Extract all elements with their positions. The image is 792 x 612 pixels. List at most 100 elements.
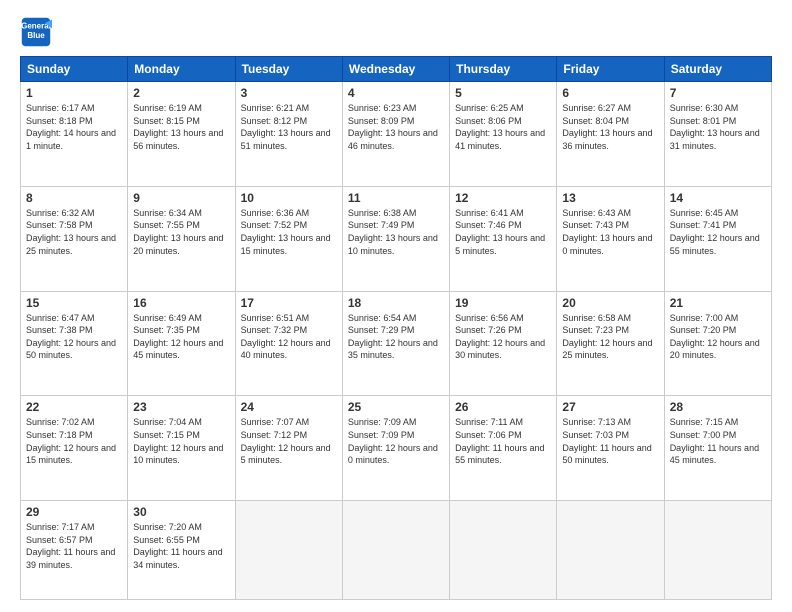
day-cell-24: 24 Sunrise: 7:07 AMSunset: 7:12 PMDayligh…: [235, 396, 342, 501]
logo: General Blue: [20, 16, 52, 48]
day-content: Sunrise: 6:43 AMSunset: 7:43 PMDaylight:…: [562, 207, 658, 257]
day-content: Sunrise: 6:38 AMSunset: 7:49 PMDaylight:…: [348, 207, 444, 257]
weekday-header-friday: Friday: [557, 57, 664, 82]
day-content: Sunrise: 7:20 AMSunset: 6:55 PMDaylight:…: [133, 521, 229, 571]
day-cell-7: 7 Sunrise: 6:30 AMSunset: 8:01 PMDaylight…: [664, 82, 771, 187]
calendar-week-3: 15 Sunrise: 6:47 AMSunset: 7:38 PMDayligh…: [21, 291, 772, 396]
day-cell-25: 25 Sunrise: 7:09 AMSunset: 7:09 PMDayligh…: [342, 396, 449, 501]
day-number: 3: [241, 86, 337, 100]
day-content: Sunrise: 7:11 AMSunset: 7:06 PMDaylight:…: [455, 416, 551, 466]
day-number: 24: [241, 400, 337, 414]
day-number: 10: [241, 191, 337, 205]
day-number: 6: [562, 86, 658, 100]
day-number: 5: [455, 86, 551, 100]
day-cell-29: 29 Sunrise: 7:17 AMSunset: 6:57 PMDayligh…: [21, 501, 128, 600]
day-number: 22: [26, 400, 122, 414]
weekday-header-row: SundayMondayTuesdayWednesdayThursdayFrid…: [21, 57, 772, 82]
day-content: Sunrise: 7:04 AMSunset: 7:15 PMDaylight:…: [133, 416, 229, 466]
day-content: Sunrise: 6:17 AMSunset: 8:18 PMDaylight:…: [26, 102, 122, 152]
day-cell-14: 14Sunrise: 6:45 AMSunset: 7:41 PMDayligh…: [664, 186, 771, 291]
day-content: Sunrise: 6:49 AMSunset: 7:35 PMDaylight:…: [133, 312, 229, 362]
day-cell-15: 15 Sunrise: 6:47 AMSunset: 7:38 PMDayligh…: [21, 291, 128, 396]
day-number: 8: [26, 191, 122, 205]
day-content: Sunrise: 6:41 AMSunset: 7:46 PMDaylight:…: [455, 207, 551, 257]
empty-cell: [557, 501, 664, 600]
day-number: 26: [455, 400, 551, 414]
day-cell-23: 23 Sunrise: 7:04 AMSunset: 7:15 PMDayligh…: [128, 396, 235, 501]
weekday-header-sunday: Sunday: [21, 57, 128, 82]
day-cell-26: 26 Sunrise: 7:11 AMSunset: 7:06 PMDayligh…: [450, 396, 557, 501]
day-content: Sunrise: 7:13 AMSunset: 7:03 PMDaylight:…: [562, 416, 658, 466]
day-cell-8: 8Sunrise: 6:32 AMSunset: 7:58 PMDaylight…: [21, 186, 128, 291]
day-content: Sunrise: 6:54 AMSunset: 7:29 PMDaylight:…: [348, 312, 444, 362]
empty-cell: [664, 501, 771, 600]
day-cell-30: 30 Sunrise: 7:20 AMSunset: 6:55 PMDayligh…: [128, 501, 235, 600]
day-number: 16: [133, 296, 229, 310]
day-cell-27: 27 Sunrise: 7:13 AMSunset: 7:03 PMDayligh…: [557, 396, 664, 501]
day-number: 4: [348, 86, 444, 100]
empty-cell: [342, 501, 449, 600]
day-content: Sunrise: 6:47 AMSunset: 7:38 PMDaylight:…: [26, 312, 122, 362]
day-content: Sunrise: 7:15 AMSunset: 7:00 PMDaylight:…: [670, 416, 766, 466]
day-number: 12: [455, 191, 551, 205]
day-number: 20: [562, 296, 658, 310]
day-number: 2: [133, 86, 229, 100]
day-cell-4: 4Sunrise: 6:23 AMSunset: 8:09 PMDaylight…: [342, 82, 449, 187]
day-content: Sunrise: 6:58 AMSunset: 7:23 PMDaylight:…: [562, 312, 658, 362]
weekday-header-monday: Monday: [128, 57, 235, 82]
day-number: 9: [133, 191, 229, 205]
day-content: Sunrise: 6:56 AMSunset: 7:26 PMDaylight:…: [455, 312, 551, 362]
day-number: 11: [348, 191, 444, 205]
day-cell-22: 22 Sunrise: 7:02 AMSunset: 7:18 PMDayligh…: [21, 396, 128, 501]
day-content: Sunrise: 6:21 AMSunset: 8:12 PMDaylight:…: [241, 102, 337, 152]
day-content: Sunrise: 6:34 AMSunset: 7:55 PMDaylight:…: [133, 207, 229, 257]
day-content: Sunrise: 7:02 AMSunset: 7:18 PMDaylight:…: [26, 416, 122, 466]
day-content: Sunrise: 6:30 AMSunset: 8:01 PMDaylight:…: [670, 102, 766, 152]
empty-cell: [450, 501, 557, 600]
day-content: Sunrise: 6:19 AMSunset: 8:15 PMDaylight:…: [133, 102, 229, 152]
day-content: Sunrise: 6:45 AMSunset: 7:41 PMDaylight:…: [670, 207, 766, 257]
day-number: 1: [26, 86, 122, 100]
day-content: Sunrise: 7:07 AMSunset: 7:12 PMDaylight:…: [241, 416, 337, 466]
day-cell-20: 20 Sunrise: 6:58 AMSunset: 7:23 PMDayligh…: [557, 291, 664, 396]
day-cell-1: 1 Sunrise: 6:17 AMSunset: 8:18 PMDaylight…: [21, 82, 128, 187]
weekday-header-wednesday: Wednesday: [342, 57, 449, 82]
logo-icon: General Blue: [20, 16, 52, 48]
day-content: Sunrise: 7:17 AMSunset: 6:57 PMDaylight:…: [26, 521, 122, 571]
day-cell-9: 9 Sunrise: 6:34 AMSunset: 7:55 PMDaylight…: [128, 186, 235, 291]
day-content: Sunrise: 6:27 AMSunset: 8:04 PMDaylight:…: [562, 102, 658, 152]
day-number: 27: [562, 400, 658, 414]
day-cell-17: 17Sunrise: 6:51 AMSunset: 7:32 PMDayligh…: [235, 291, 342, 396]
day-number: 7: [670, 86, 766, 100]
day-cell-19: 19 Sunrise: 6:56 AMSunset: 7:26 PMDayligh…: [450, 291, 557, 396]
day-number: 18: [348, 296, 444, 310]
page-header: General Blue: [20, 16, 772, 48]
day-content: Sunrise: 6:25 AMSunset: 8:06 PMDaylight:…: [455, 102, 551, 152]
day-cell-18: 18 Sunrise: 6:54 AMSunset: 7:29 PMDayligh…: [342, 291, 449, 396]
calendar-week-2: 8Sunrise: 6:32 AMSunset: 7:58 PMDaylight…: [21, 186, 772, 291]
day-content: Sunrise: 7:00 AMSunset: 7:20 PMDaylight:…: [670, 312, 766, 362]
day-cell-28: 28Sunrise: 7:15 AMSunset: 7:00 PMDayligh…: [664, 396, 771, 501]
day-number: 19: [455, 296, 551, 310]
day-cell-16: 16 Sunrise: 6:49 AMSunset: 7:35 PMDayligh…: [128, 291, 235, 396]
day-cell-21: 21Sunrise: 7:00 AMSunset: 7:20 PMDayligh…: [664, 291, 771, 396]
day-number: 29: [26, 505, 122, 519]
day-content: Sunrise: 6:36 AMSunset: 7:52 PMDaylight:…: [241, 207, 337, 257]
day-content: Sunrise: 6:51 AMSunset: 7:32 PMDaylight:…: [241, 312, 337, 362]
calendar-week-1: 1 Sunrise: 6:17 AMSunset: 8:18 PMDaylight…: [21, 82, 772, 187]
day-cell-5: 5 Sunrise: 6:25 AMSunset: 8:06 PMDaylight…: [450, 82, 557, 187]
calendar-week-5: 29 Sunrise: 7:17 AMSunset: 6:57 PMDayligh…: [21, 501, 772, 600]
day-content: Sunrise: 7:09 AMSunset: 7:09 PMDaylight:…: [348, 416, 444, 466]
svg-text:Blue: Blue: [27, 31, 45, 40]
weekday-header-thursday: Thursday: [450, 57, 557, 82]
calendar-table: SundayMondayTuesdayWednesdayThursdayFrid…: [20, 56, 772, 600]
empty-cell: [235, 501, 342, 600]
weekday-header-tuesday: Tuesday: [235, 57, 342, 82]
day-number: 25: [348, 400, 444, 414]
day-number: 15: [26, 296, 122, 310]
day-number: 30: [133, 505, 229, 519]
day-cell-11: 11 Sunrise: 6:38 AMSunset: 7:49 PMDayligh…: [342, 186, 449, 291]
day-cell-3: 3 Sunrise: 6:21 AMSunset: 8:12 PMDaylight…: [235, 82, 342, 187]
day-cell-12: 12 Sunrise: 6:41 AMSunset: 7:46 PMDayligh…: [450, 186, 557, 291]
day-number: 23: [133, 400, 229, 414]
